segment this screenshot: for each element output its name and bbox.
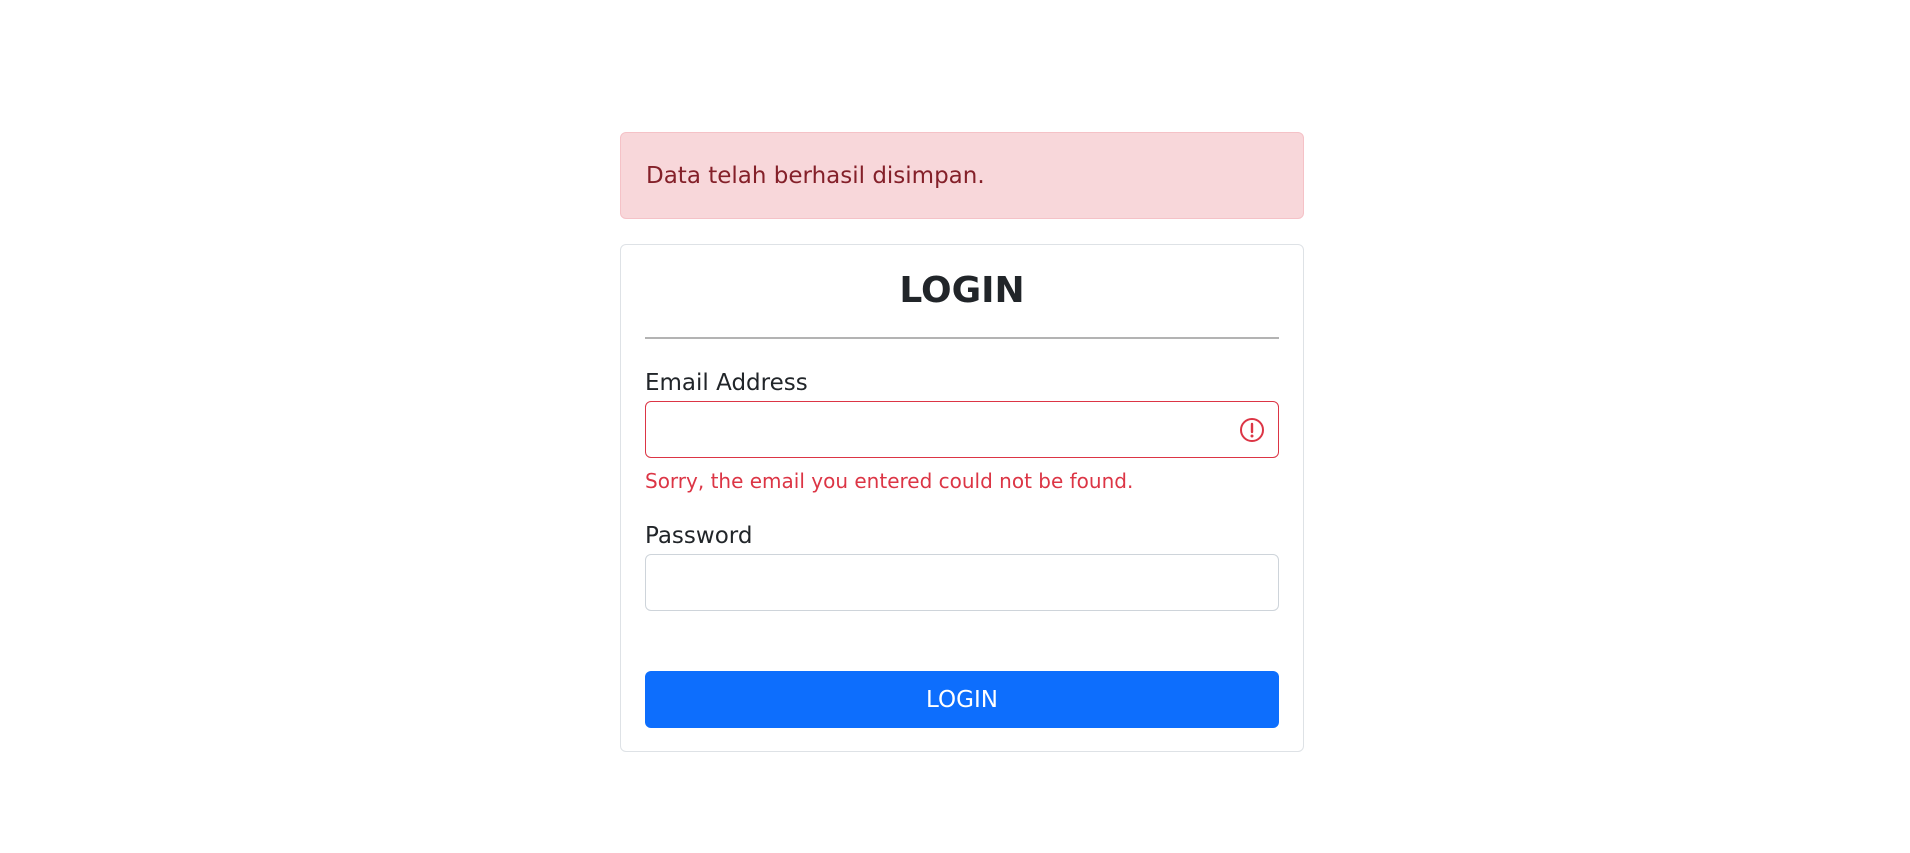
- login-container: Data telah berhasil disimpan. LOGIN Emai…: [620, 132, 1304, 752]
- alert-message: Data telah berhasil disimpan.: [646, 162, 985, 189]
- exclamation-circle-icon: [1240, 418, 1264, 442]
- password-field-wrapper: [645, 554, 1279, 611]
- login-card: LOGIN Email Address Sorry, the email you…: [620, 244, 1304, 752]
- alert-banner: Data telah berhasil disimpan.: [620, 132, 1304, 219]
- login-title: LOGIN: [899, 270, 1025, 311]
- password-label: Password: [645, 523, 753, 549]
- email-input[interactable]: [645, 401, 1279, 458]
- email-label: Email Address: [645, 370, 808, 396]
- login-button[interactable]: LOGIN: [645, 671, 1279, 728]
- password-input[interactable]: [645, 554, 1279, 611]
- email-field-wrapper: [645, 401, 1279, 458]
- email-error-message: Sorry, the email you entered could not b…: [645, 469, 1134, 493]
- title-divider: [645, 337, 1279, 339]
